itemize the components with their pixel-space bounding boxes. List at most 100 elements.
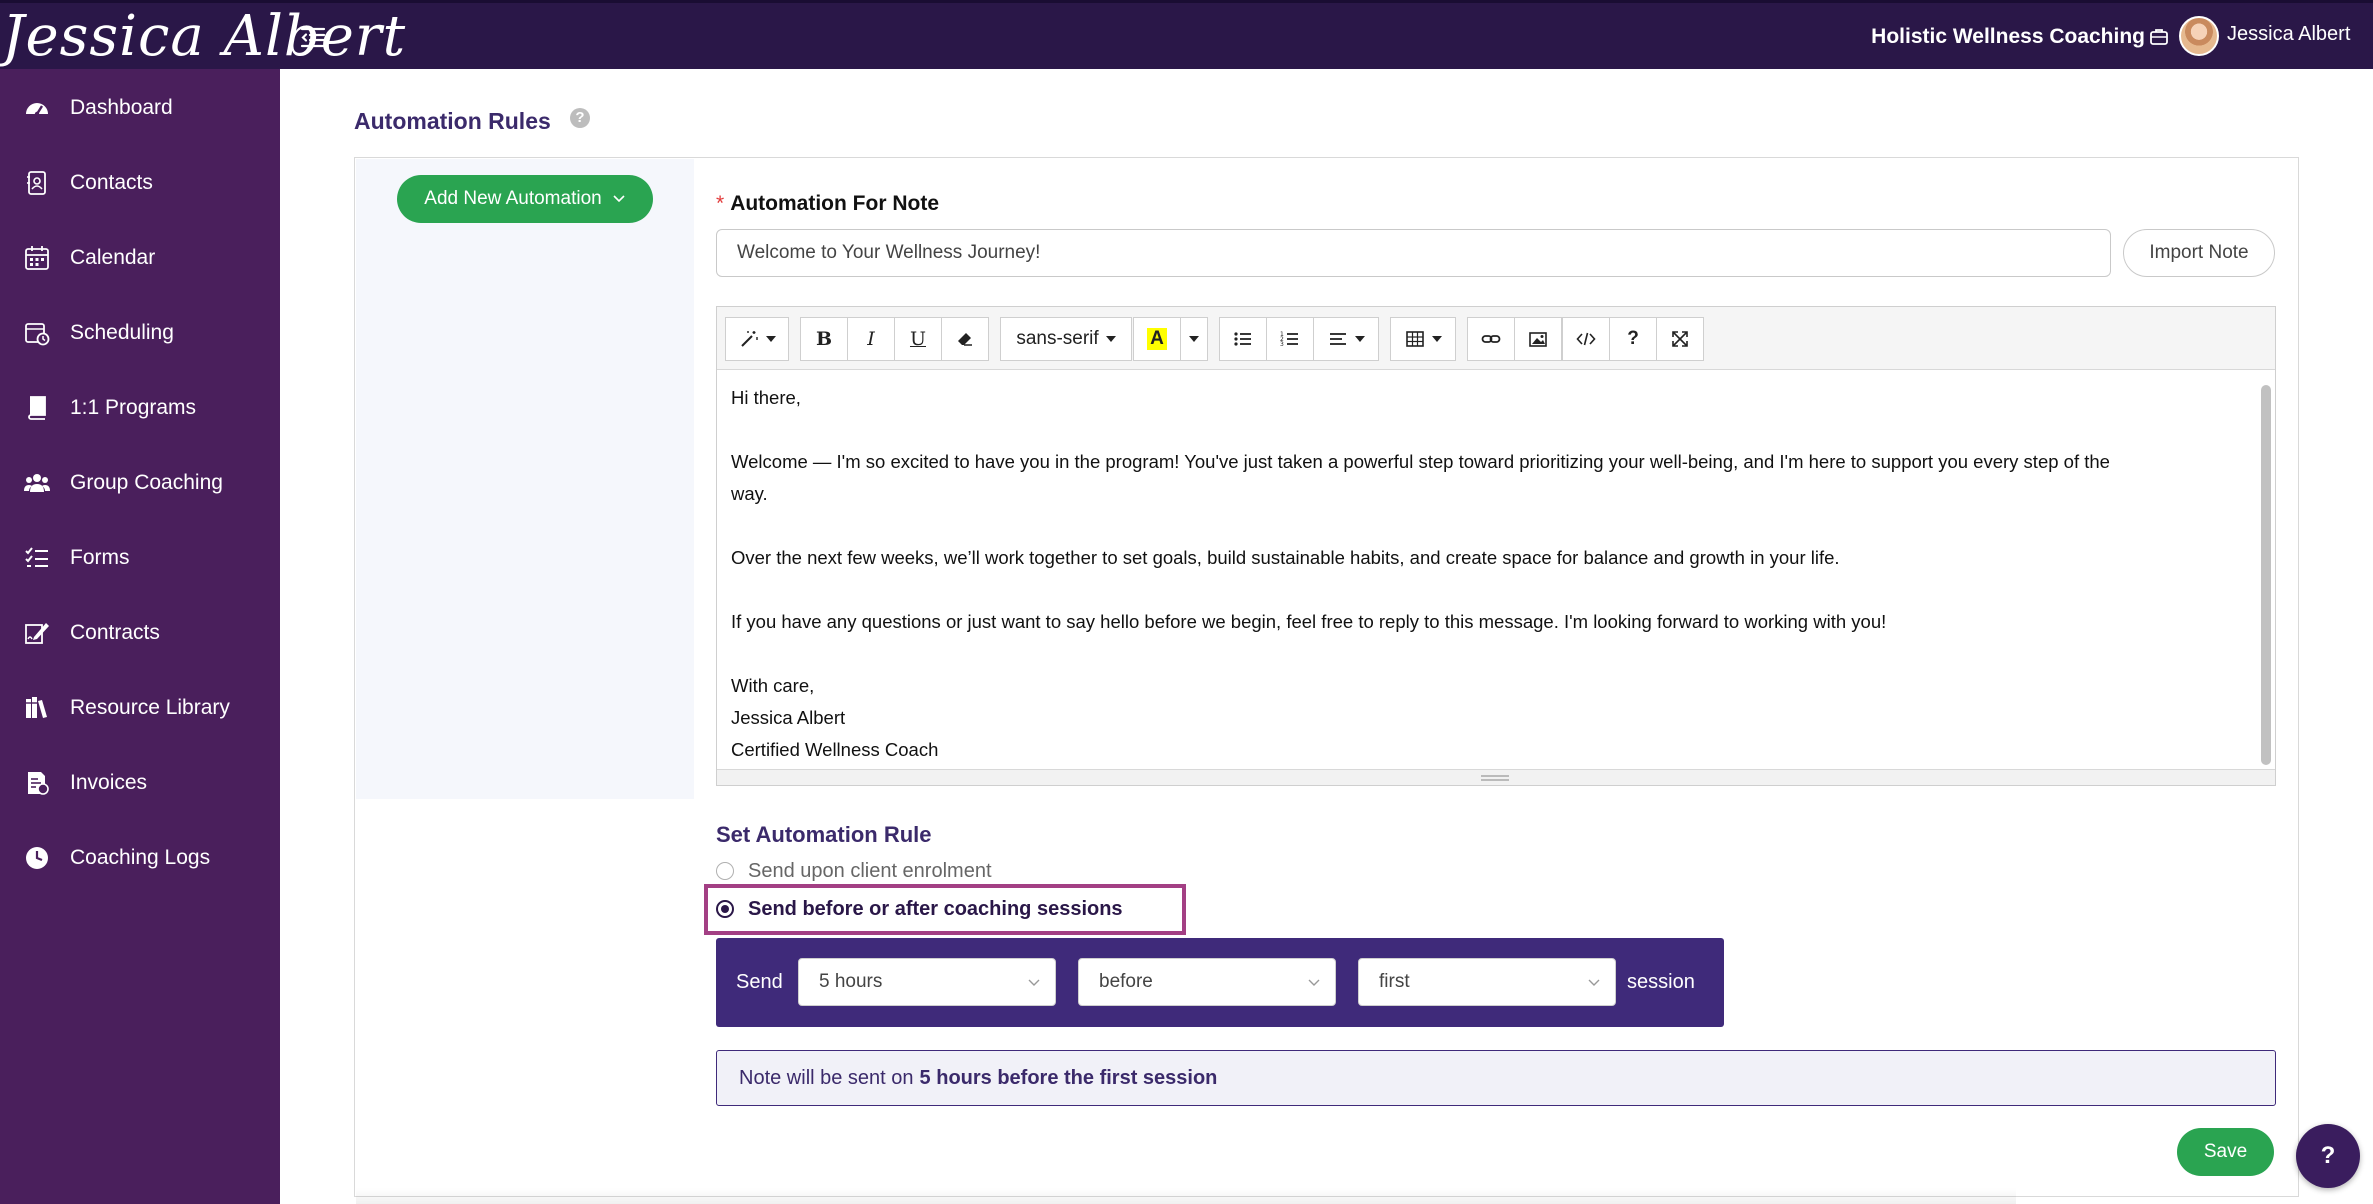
direction-value: before (1099, 971, 1153, 992)
send-timing-panel: Send 5 hours before first session (716, 938, 1724, 1027)
dashboard-icon (24, 95, 50, 121)
sidebar-item-calendar[interactable]: Calendar (0, 228, 280, 288)
editor-resize-handle[interactable] (717, 769, 2275, 785)
sidebar-item-dashboard[interactable]: Dashboard (0, 78, 280, 138)
italic-button[interactable]: I (847, 317, 895, 361)
font-family-value: sans-serif (1016, 328, 1099, 349)
bullet-list-button[interactable] (1219, 317, 1267, 361)
sidebar-item-programs[interactable]: 1:1 Programs (0, 378, 280, 438)
font-color-button[interactable]: A (1133, 317, 1181, 361)
editor-help-button[interactable]: ? (1609, 317, 1657, 361)
editor-greeting: Hi there, (731, 387, 801, 408)
sidebar-item-label: Dashboard (70, 96, 173, 119)
send-label: Send (736, 971, 783, 993)
bullet-list-icon (1234, 332, 1251, 346)
link-button[interactable] (1467, 317, 1515, 361)
sidebar-item-label: Coaching Logs (70, 846, 211, 869)
clear-format-button[interactable] (941, 317, 989, 361)
sidebar-item-contracts[interactable]: Contracts (0, 603, 280, 663)
expand-icon (1672, 331, 1688, 347)
magic-style-button[interactable] (725, 317, 789, 361)
sidebar-item-label: Group Coaching (70, 471, 223, 494)
magic-wand-icon (740, 331, 758, 347)
sidebar-item-forms[interactable]: Forms (0, 528, 280, 588)
user-avatar[interactable] (2179, 16, 2219, 56)
automation-note-input[interactable] (716, 229, 2111, 277)
selection-highlight (704, 884, 1186, 935)
organization-name[interactable]: Holistic Wellness Coaching (1871, 25, 2145, 49)
table-icon (1405, 331, 1424, 347)
import-note-button[interactable]: Import Note (2123, 229, 2275, 277)
editor-paragraph-2: Over the next few weeks, we’ll work toge… (731, 547, 1840, 568)
schedule-summary: Note will be sent on 5 hours before the … (716, 1050, 2276, 1106)
library-icon (24, 695, 50, 721)
sidebar-item-label: 1:1 Programs (70, 396, 197, 419)
sidebar-item-label: Calendar (70, 246, 156, 269)
list-check-icon (24, 545, 50, 571)
editor-paragraph-1-continued: way. (731, 483, 768, 504)
chevron-down-icon (613, 195, 625, 203)
table-button[interactable] (1390, 317, 1456, 361)
eraser-icon (958, 333, 972, 346)
save-button[interactable]: Save (2177, 1128, 2274, 1176)
font-color-dropdown[interactable] (1180, 317, 1208, 361)
font-family-select[interactable]: sans-serif (1000, 317, 1132, 361)
sidebar-item-label: Resource Library (70, 696, 230, 719)
session-order-select[interactable]: first (1358, 958, 1616, 1006)
sidebar-item-label: Scheduling (70, 321, 174, 344)
sidebar-item-contacts[interactable]: Contacts (0, 153, 280, 213)
rule-option-enrolment[interactable]: Send upon client enrolment (716, 858, 992, 884)
image-button[interactable] (1514, 317, 1562, 361)
sidebar-item-group-coaching[interactable]: Group Coaching (0, 453, 280, 513)
radio-enrolment[interactable] (716, 862, 734, 880)
direction-select[interactable]: before (1078, 958, 1336, 1006)
paragraph-align-button[interactable] (1313, 317, 1379, 361)
fullscreen-button[interactable] (1656, 317, 1704, 361)
add-new-automation-button[interactable]: Add New Automation (397, 175, 653, 223)
contacts-icon (24, 170, 50, 196)
brand-logo[interactable]: Jessica Albert (2, 5, 406, 71)
editor-paragraph-3: If you have any questions or just want t… (731, 611, 1887, 632)
signature-icon (24, 620, 50, 646)
automation-note-label: * Automation For Note (716, 192, 939, 216)
required-mark: * (716, 192, 725, 215)
help-chat-button[interactable]: ? (2296, 1124, 2360, 1188)
underline-button[interactable]: U (894, 317, 942, 361)
set-automation-rule-title: Set Automation Rule (716, 822, 932, 847)
sidebar-item-scheduling[interactable]: Scheduling (0, 303, 280, 363)
chevron-down-icon (1588, 979, 1600, 986)
editor-signature-title: Certified Wellness Coach (731, 739, 939, 760)
sidebar-item-resource-library[interactable]: Resource Library (0, 678, 280, 738)
code-view-button[interactable] (1562, 317, 1610, 361)
add-new-automation-label: Add New Automation (424, 188, 602, 209)
sidebar-item-coaching-logs[interactable]: Coaching Logs (0, 828, 280, 888)
user-name[interactable]: Jessica Albert (2227, 23, 2373, 46)
numbered-list-icon: 123 (1280, 331, 1298, 348)
sidebar-item-label: Contacts (70, 171, 153, 194)
users-icon (24, 470, 50, 496)
menu-toggle-icon[interactable] (300, 25, 326, 49)
link-icon (1481, 335, 1501, 343)
automation-list-panel (356, 159, 694, 799)
code-icon (1576, 332, 1596, 346)
editor-content[interactable]: Hi there, Welcome — I'm so excited to ha… (717, 370, 2257, 770)
sidebar-item-invoices[interactable]: Invoices (0, 753, 280, 813)
page-title: Automation Rules (354, 108, 551, 134)
briefcase-icon[interactable] (2149, 27, 2169, 47)
editor-scrollbar[interactable] (2261, 385, 2271, 765)
numbered-list-button[interactable]: 123 (1266, 317, 1314, 361)
chevron-down-icon (1308, 979, 1320, 986)
bottom-shadow (356, 1188, 2016, 1204)
sidebar-item-label: Invoices (70, 771, 148, 794)
time-offset-value: 5 hours (819, 971, 883, 992)
editor-closing: With care, (731, 675, 815, 696)
sidebar: Dashboard Contacts Calendar Scheduling 1… (0, 69, 280, 1204)
bold-button[interactable]: B (800, 317, 848, 361)
schedule-summary-prefix: Note will be sent on (739, 1066, 914, 1089)
calendar-icon (24, 245, 50, 271)
sidebar-item-label: Forms (70, 546, 130, 569)
help-icon[interactable]: ? (570, 108, 590, 128)
time-offset-select[interactable]: 5 hours (798, 958, 1056, 1006)
editor-toolbar: B I U sans-serif A 123 ? (717, 307, 2275, 370)
session-label: session (1627, 971, 1695, 993)
